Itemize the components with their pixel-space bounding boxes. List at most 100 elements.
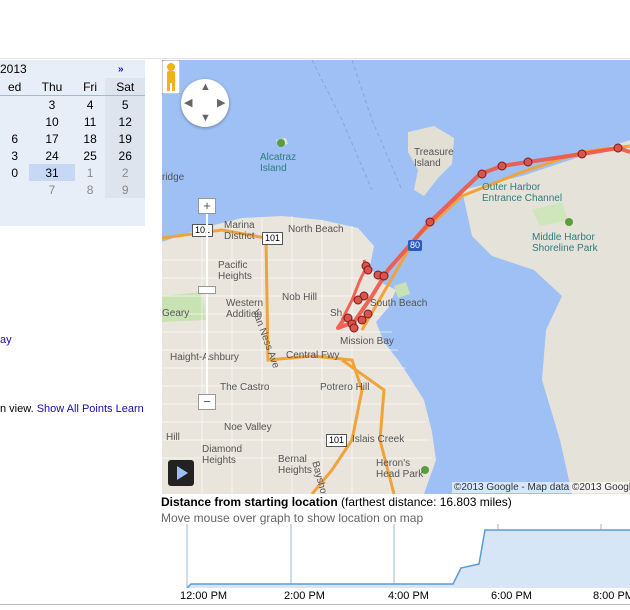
calendar-day[interactable]: 5 xyxy=(105,95,145,113)
weekday-header: Fri xyxy=(74,78,106,96)
calendar-next-button[interactable]: » xyxy=(118,64,124,75)
calendar-year: 2013 xyxy=(0,62,27,76)
calendar-header: 2013 » xyxy=(0,62,145,76)
shipping-lanes xyxy=(311,60,403,191)
calendar-day[interactable]: 2 xyxy=(105,164,145,181)
street-view-pegman-icon[interactable] xyxy=(162,60,180,94)
label-herons-head: Heron's Head Park xyxy=(376,458,424,480)
route-marker xyxy=(349,323,359,333)
map-copyright: ©2013 Google - Map data ©2013 Google xyxy=(452,482,630,493)
calendar-grid: ed Thu Fri Sat 3 4 5 10 11 12 6 17 18 19… xyxy=(0,78,145,198)
route-marker xyxy=(477,169,487,179)
route-marker xyxy=(613,143,623,153)
zoom-control: + − xyxy=(198,198,216,414)
calendar-day[interactable]: 7 xyxy=(29,181,74,198)
route-marker xyxy=(497,161,507,171)
label-hill: Hill xyxy=(166,432,180,443)
distance-graph[interactable] xyxy=(161,524,630,588)
calendar-day[interactable]: 19 xyxy=(105,130,145,147)
calendar-day[interactable]: 17 xyxy=(29,130,74,147)
zoom-out-button[interactable]: − xyxy=(198,394,216,410)
label-north-beach: North Beach xyxy=(288,224,344,235)
route-marker xyxy=(357,315,367,325)
label-bridge: ridge xyxy=(162,172,185,183)
calendar-day[interactable]: 24 xyxy=(29,147,74,164)
route-marker xyxy=(425,217,435,227)
label-castro: The Castro xyxy=(220,382,270,393)
label-outer-harbor: Outer Harbor Entrance Channel xyxy=(482,182,563,204)
label-islais-creek: Islais Creek xyxy=(352,434,405,445)
graph-title: Distance from starting location (farthes… xyxy=(161,495,512,509)
zoom-in-button[interactable]: + xyxy=(198,198,216,214)
zoom-slider-track[interactable] xyxy=(206,214,208,398)
graph-tick-label: 6:00 PM xyxy=(491,590,532,602)
graph-subtitle: Move mouse over graph to show location o… xyxy=(161,511,424,525)
calendar-day[interactable]: 12 xyxy=(105,113,145,130)
calendar-day[interactable]: 10 xyxy=(29,113,74,130)
calendar-day[interactable]: 4 xyxy=(75,96,106,114)
learn-link[interactable]: Learn xyxy=(116,403,144,415)
label-mission-bay: Mission Bay xyxy=(340,336,394,347)
label-treasure-island: Treasure Island xyxy=(414,147,454,169)
route-marker xyxy=(353,295,363,305)
calendar-day[interactable]: 1 xyxy=(75,164,106,181)
pan-left-icon[interactable]: ◀ xyxy=(184,96,192,109)
label-marina: Marina District xyxy=(224,220,255,242)
graph-title-rest: (farthest distance: 16.803 miles) xyxy=(337,495,512,509)
sidebar-view-text: n view. Show All Points Learn xyxy=(0,403,144,415)
park-icon xyxy=(565,218,573,226)
pan-down-icon[interactable]: ▼ xyxy=(200,112,211,124)
us101-shield: 101 xyxy=(326,434,348,447)
top-divider xyxy=(0,58,630,59)
i80-shield: 80 xyxy=(408,240,423,251)
label-potrero: Potrero Hill xyxy=(320,382,370,393)
sidebar-link[interactable]: ay xyxy=(0,334,12,346)
park-icon xyxy=(277,139,285,147)
show-all-points-link[interactable]: Show All Points xyxy=(37,403,113,415)
calendar-day[interactable]: 3 xyxy=(0,147,29,164)
weekday-header: ed xyxy=(0,78,30,96)
label-noe-valley: Noe Valley xyxy=(224,422,272,433)
label-bernal-heights: Bernal Heights xyxy=(278,454,312,476)
zoom-slider-handle[interactable] xyxy=(198,286,216,294)
calendar-day[interactable]: 26 xyxy=(105,147,145,164)
us101-shield: 101 xyxy=(262,232,284,245)
route-marker xyxy=(523,157,533,167)
bottom-divider xyxy=(0,604,630,605)
calendar-day[interactable]: 0 xyxy=(0,164,29,181)
view-text: n view. xyxy=(0,403,34,415)
label-south-beach: South Beach xyxy=(370,298,428,309)
map-view[interactable]: Alcatraz Island Treasure Island Outer Harb… xyxy=(162,60,630,494)
calendar-day[interactable]: 3 xyxy=(29,96,74,114)
route-marker xyxy=(379,271,389,281)
calendar-day[interactable] xyxy=(0,181,29,198)
route-marker xyxy=(577,149,587,159)
label-diamond-heights: Diamond Heights xyxy=(202,444,243,466)
graph-tick-label: 2:00 PM xyxy=(284,590,325,602)
calendar-day[interactable]: 11 xyxy=(75,113,106,130)
graph-tick-label: 8:00 PM xyxy=(593,590,630,602)
graph-tick-label: 12:00 PM xyxy=(180,590,228,602)
graph-tick-label: 4:00 PM xyxy=(388,590,429,602)
calendar-day[interactable] xyxy=(0,113,29,130)
play-icon[interactable] xyxy=(168,460,194,486)
calendar-day[interactable]: 8 xyxy=(75,181,106,198)
calendar-day[interactable]: 18 xyxy=(75,130,106,147)
weekday-header: Sat xyxy=(105,78,145,96)
label-central-fwy: Central Fwy xyxy=(286,350,340,361)
calendar-day[interactable]: 6 xyxy=(0,130,29,147)
pan-up-icon[interactable]: ▲ xyxy=(200,81,211,93)
label-pacific-heights: Pacific Heights xyxy=(218,260,252,282)
route-marker xyxy=(363,309,373,319)
pan-control[interactable]: ▲ ▼ ◀ ▶ xyxy=(181,79,229,127)
label-alcatraz: Alcatraz Island xyxy=(260,152,297,174)
calendar-day[interactable]: 25 xyxy=(75,147,106,164)
calendar-day[interactable]: 9 xyxy=(105,181,145,198)
weekday-header: Thu xyxy=(29,78,75,96)
calendar-day-selected[interactable]: 31 xyxy=(29,164,75,181)
label-sh: Sh xyxy=(330,308,343,319)
park-green-1 xyxy=(394,282,410,298)
calendar-day[interactable] xyxy=(0,96,29,114)
route-marker xyxy=(363,265,373,275)
pan-right-icon[interactable]: ▶ xyxy=(217,96,225,109)
